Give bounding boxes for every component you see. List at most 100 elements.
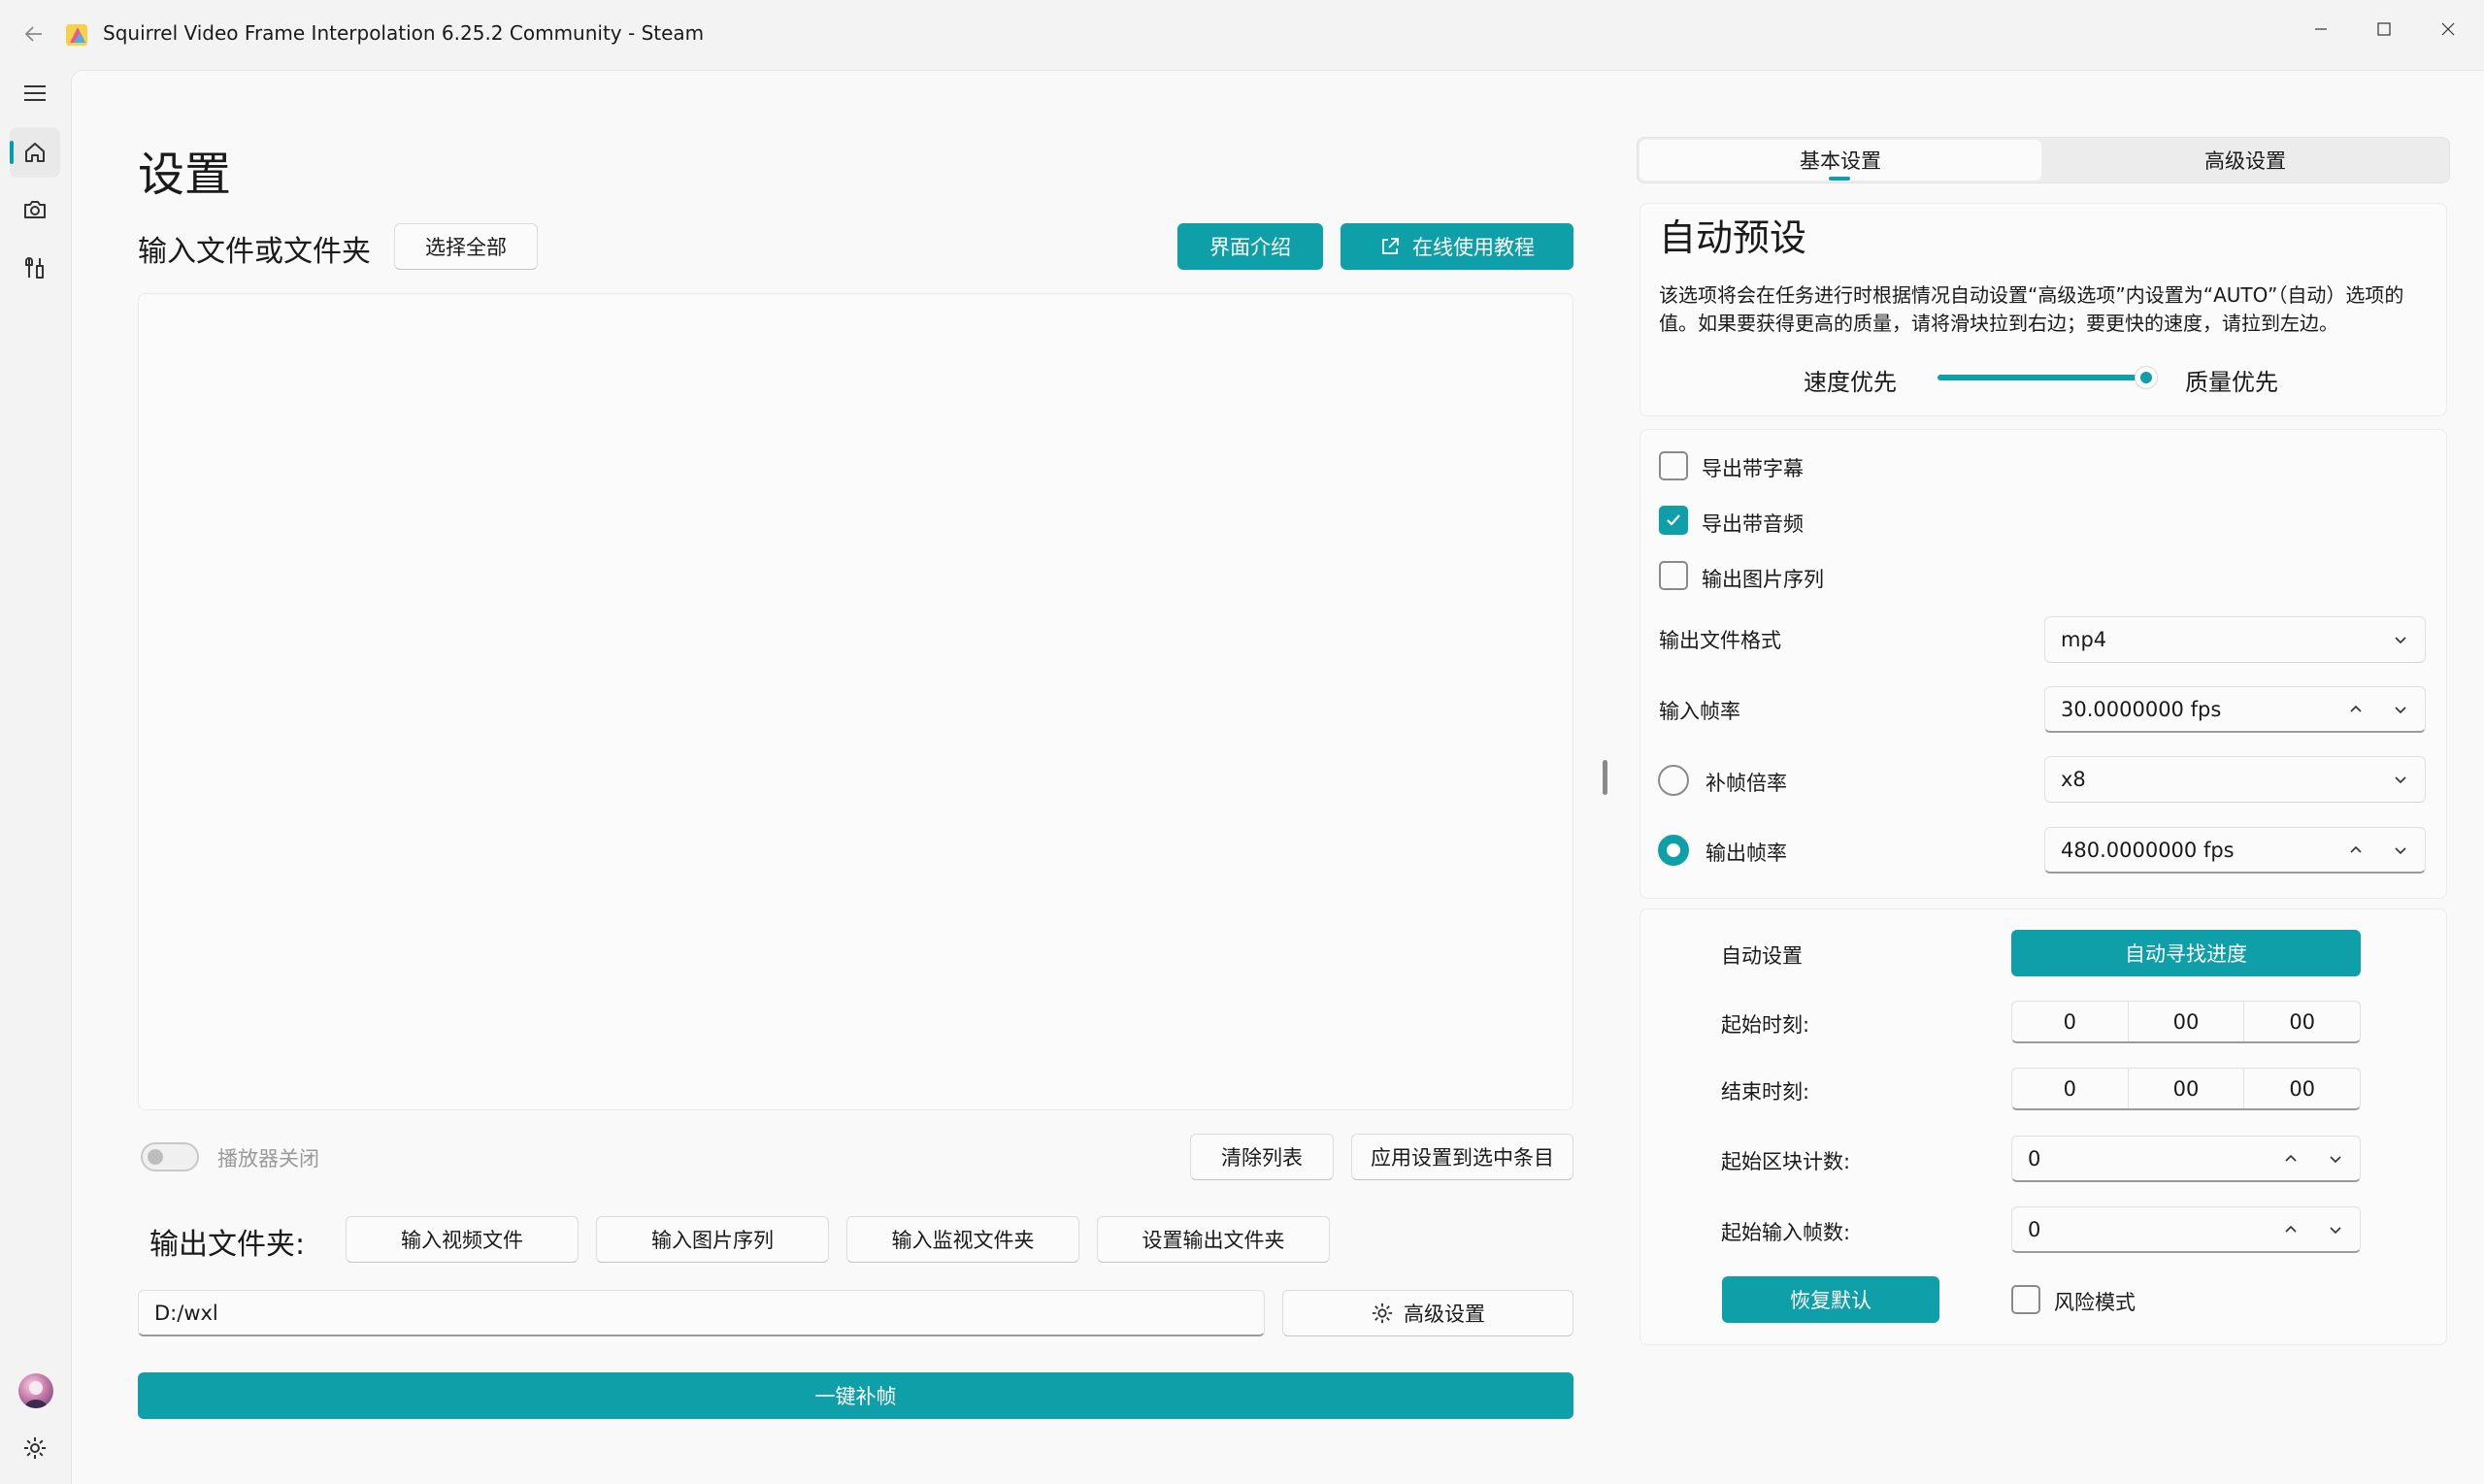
auto-preset-title: 自动预设 xyxy=(1659,216,1807,259)
end-time-seconds[interactable]: 00 xyxy=(2244,1069,2360,1108)
one-click-interpolate-button[interactable]: 一键补帧 xyxy=(138,1372,1573,1419)
tab-advanced-settings[interactable]: 高级设置 xyxy=(2043,140,2447,181)
audio-checkbox[interactable] xyxy=(1659,506,1688,535)
end-time-minutes[interactable]: 00 xyxy=(2129,1069,2245,1108)
nav-home[interactable] xyxy=(10,127,60,178)
chevron-up-icon[interactable] xyxy=(2282,1221,2300,1238)
online-tutorial-button[interactable]: 在线使用教程 xyxy=(1341,223,1573,270)
start-time-input[interactable]: 0 00 00 xyxy=(2011,1001,2361,1043)
title-bar: Squirrel Video Frame Interpolation 6.25.… xyxy=(0,0,2484,70)
end-time-label: 结束时刻: xyxy=(1721,1080,1810,1104)
end-time-input[interactable]: 0 00 00 xyxy=(2011,1068,2361,1110)
input-fps-label: 输入帧率 xyxy=(1659,700,1740,723)
home-icon xyxy=(25,143,45,162)
clear-list-button[interactable]: 清除列表 xyxy=(1190,1134,1334,1180)
risk-mode-checkbox[interactable] xyxy=(2011,1285,2040,1314)
chevron-down-icon xyxy=(2395,776,2406,784)
output-format-label: 输出文件格式 xyxy=(1659,629,1781,652)
image-seq-checkbox-label: 输出图片序列 xyxy=(1702,568,1824,591)
chevron-down-icon[interactable] xyxy=(2327,1150,2344,1168)
ui-intro-button[interactable]: 界面介绍 xyxy=(1177,223,1323,270)
subtitle-checkbox[interactable] xyxy=(1659,451,1688,480)
start-time-seconds[interactable]: 00 xyxy=(2244,1002,2360,1041)
set-output-folder-button[interactable]: 设置输出文件夹 xyxy=(1097,1216,1330,1263)
input-file-list[interactable] xyxy=(138,293,1573,1110)
select-all-button[interactable]: 选择全部 xyxy=(394,223,538,270)
interp-ratio-value: x8 xyxy=(2061,768,2086,791)
start-input-frames-spinbox[interactable]: 0 xyxy=(2011,1206,2361,1253)
interp-ratio-label: 补帧倍率 xyxy=(1706,772,1787,795)
advanced-settings-button[interactable]: 高级设置 xyxy=(1282,1290,1573,1336)
check-icon xyxy=(1667,514,1680,526)
tab-advanced-settings-label: 高级设置 xyxy=(2204,149,2286,173)
output-fps-spinbox[interactable]: 480.0000000 fps xyxy=(2044,827,2426,874)
camera-icon xyxy=(24,201,46,218)
start-time-minutes[interactable]: 00 xyxy=(2129,1002,2245,1041)
end-time-hours[interactable]: 0 xyxy=(2012,1069,2129,1108)
input-fps-spinbox[interactable]: 30.0000000 fps xyxy=(2044,686,2426,733)
app-logo-icon xyxy=(64,21,91,49)
nav-settings[interactable] xyxy=(10,1423,60,1473)
nav-camera[interactable] xyxy=(10,184,60,235)
output-fps-label: 输出帧率 xyxy=(1706,841,1787,865)
image-seq-checkbox[interactable] xyxy=(1659,561,1688,590)
interp-ratio-select[interactable]: x8 xyxy=(2044,756,2426,803)
chevron-up-icon[interactable] xyxy=(2282,1150,2300,1168)
slider-thumb[interactable] xyxy=(2135,366,2158,389)
nav-active-indicator xyxy=(10,141,14,164)
gear-icon xyxy=(24,1437,46,1459)
tools-icon xyxy=(25,257,44,279)
output-format-value: mp4 xyxy=(2061,628,2107,651)
scroll-splitter-handle[interactable] xyxy=(1603,760,1607,795)
input-image-seq-button[interactable]: 输入图片序列 xyxy=(596,1216,829,1263)
chevron-down-icon xyxy=(2395,637,2406,644)
output-path-input[interactable]: D:/wxl xyxy=(138,1290,1265,1336)
input-watch-folder-button[interactable]: 输入监视文件夹 xyxy=(846,1216,1079,1263)
auto-settings-label: 自动设置 xyxy=(1721,944,1803,968)
advanced-settings-label: 高级设置 xyxy=(1404,1303,1485,1326)
start-input-frames-label: 起始输入帧数: xyxy=(1721,1221,1851,1244)
menu-icon xyxy=(24,85,46,101)
chevron-down-icon[interactable] xyxy=(2392,841,2409,859)
start-time-label: 起始时刻: xyxy=(1721,1013,1810,1037)
start-chunk-value: 0 xyxy=(2028,1146,2041,1171)
start-time-hours[interactable]: 0 xyxy=(2012,1002,2129,1041)
quality-speed-slider[interactable] xyxy=(1938,375,2147,380)
back-arrow-icon[interactable] xyxy=(19,19,49,49)
apply-to-selected-button[interactable]: 应用设置到选中条目 xyxy=(1351,1134,1573,1180)
external-link-icon xyxy=(1382,238,1399,254)
chevron-down-icon[interactable] xyxy=(2327,1221,2344,1238)
chevron-down-icon[interactable] xyxy=(2392,701,2409,718)
tab-active-indicator xyxy=(1829,177,1850,181)
chevron-up-icon[interactable] xyxy=(2347,841,2365,859)
close-button[interactable] xyxy=(2417,8,2479,50)
risk-mode-label: 风险模式 xyxy=(2054,1291,2136,1314)
maximize-button[interactable] xyxy=(2353,8,2415,50)
start-input-frames-value: 0 xyxy=(2028,1217,2041,1241)
interp-ratio-radio[interactable] xyxy=(1658,765,1689,796)
restore-default-button[interactable]: 恢复默认 xyxy=(1722,1276,1939,1323)
tab-basic-settings-label: 基本设置 xyxy=(1800,149,1881,173)
tab-basic-settings[interactable]: 基本设置 xyxy=(1639,140,2041,181)
menu-button[interactable] xyxy=(10,68,60,118)
output-fps-value: 480.0000000 fps xyxy=(2061,838,2235,862)
player-toggle[interactable] xyxy=(141,1142,199,1171)
avatar[interactable] xyxy=(18,1373,53,1408)
online-tutorial-label: 在线使用教程 xyxy=(1412,236,1535,259)
audio-checkbox-label: 导出带音频 xyxy=(1702,512,1804,536)
auto-find-progress-button[interactable]: 自动寻找进度 xyxy=(2011,930,2361,976)
slider-right-label: 质量优先 xyxy=(2185,369,2278,396)
gear-icon xyxy=(1372,1303,1393,1324)
input-section-title: 输入文件或文件夹 xyxy=(138,235,371,269)
player-toggle-label: 播放器关闭 xyxy=(217,1147,319,1171)
page-title: 设置 xyxy=(138,148,232,202)
output-path-value: D:/wxl xyxy=(154,1301,218,1325)
minimize-button[interactable] xyxy=(2290,8,2352,50)
output-format-select[interactable]: mp4 xyxy=(2044,616,2426,663)
slider-left-label: 速度优先 xyxy=(1804,369,1897,396)
input-video-button[interactable]: 输入视频文件 xyxy=(346,1216,579,1263)
start-chunk-spinbox[interactable]: 0 xyxy=(2011,1136,2361,1182)
output-fps-radio[interactable] xyxy=(1658,835,1689,866)
chevron-up-icon[interactable] xyxy=(2347,701,2365,718)
nav-tools[interactable] xyxy=(10,243,60,293)
